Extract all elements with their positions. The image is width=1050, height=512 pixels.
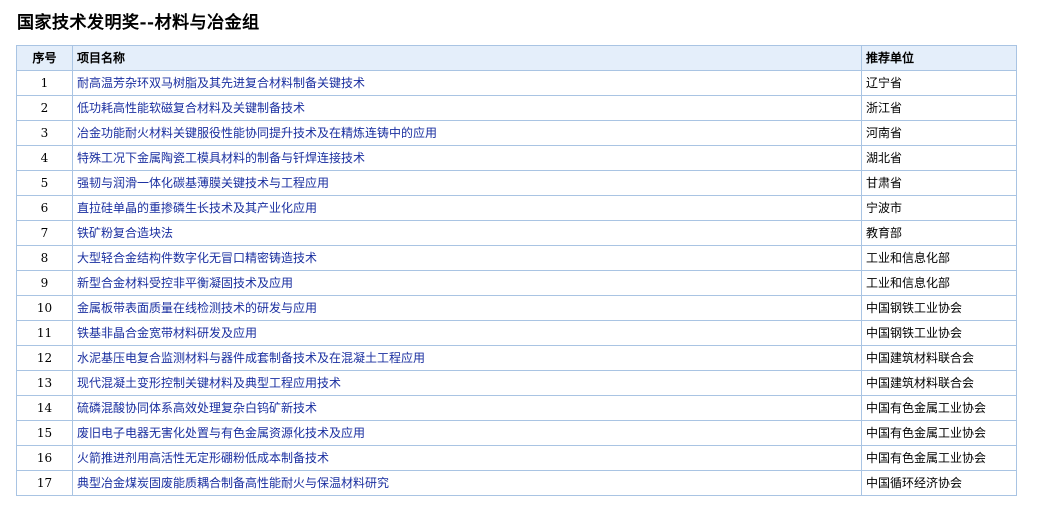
project-name-cell: 铁基非晶合金宽带材料研发及应用 — [72, 320, 862, 346]
row-number: 8 — [16, 245, 73, 271]
recommending-unit: 河南省 — [861, 120, 1017, 146]
row-number: 13 — [16, 370, 73, 396]
project-name-cell: 大型轻合金结构件数字化无冒口精密铸造技术 — [72, 245, 862, 271]
recommending-unit: 浙江省 — [861, 95, 1017, 121]
row-number: 17 — [16, 470, 73, 496]
project-name-cell: 废旧电子电器无害化处置与有色金属资源化技术及应用 — [72, 420, 862, 446]
recommending-unit: 中国钢铁工业协会 — [861, 320, 1017, 346]
table-row: 17 典型冶金煤炭固废能质耦合制备高性能耐火与保温材料研究 中国循环经济协会 — [16, 470, 1017, 496]
recommending-unit: 甘肃省 — [861, 170, 1017, 196]
project-name-cell: 冶金功能耐火材料关键服役性能协同提升技术及在精炼连铸中的应用 — [72, 120, 862, 146]
row-number: 16 — [16, 445, 73, 471]
project-name-cell: 火箭推进剂用高活性无定形硼粉低成本制备技术 — [72, 445, 862, 471]
row-number: 14 — [16, 395, 73, 421]
row-number: 10 — [16, 295, 73, 321]
table-row: 12 水泥基压电复合监测材料与器件成套制备技术及在混凝土工程应用 中国建筑材料联合会 — [16, 345, 1017, 371]
table-row: 16 火箭推进剂用高活性无定形硼粉低成本制备技术 中国有色金属工业协会 — [16, 445, 1017, 471]
table-row: 8 大型轻合金结构件数字化无冒口精密铸造技术 工业和信息化部 — [16, 245, 1017, 271]
recommending-unit: 中国有色金属工业协会 — [861, 395, 1017, 421]
row-number: 3 — [16, 120, 73, 146]
recommending-unit: 工业和信息化部 — [861, 270, 1017, 296]
project-name-link[interactable]: 强韧与润滑一体化碳基薄膜关键技术与工程应用 — [77, 176, 329, 190]
project-name-link[interactable]: 耐高温芳杂环双马树脂及其先进复合材料制备关键技术 — [77, 76, 365, 90]
project-name-link[interactable]: 直拉硅单晶的重掺磷生长技术及其产业化应用 — [77, 201, 317, 215]
project-name-link[interactable]: 铁矿粉复合造块法 — [77, 226, 173, 240]
row-number: 15 — [16, 420, 73, 446]
row-number: 9 — [16, 270, 73, 296]
project-name-link[interactable]: 现代混凝土变形控制关键材料及典型工程应用技术 — [77, 376, 341, 390]
project-name-link[interactable]: 火箭推进剂用高活性无定形硼粉低成本制备技术 — [77, 451, 329, 465]
project-name-cell: 直拉硅单晶的重掺磷生长技术及其产业化应用 — [72, 195, 862, 221]
recommending-unit: 教育部 — [861, 220, 1017, 246]
project-name-link[interactable]: 特殊工况下金属陶瓷工模具材料的制备与钎焊连接技术 — [77, 151, 365, 165]
table-row: 7 铁矿粉复合造块法 教育部 — [16, 220, 1017, 246]
recommending-unit: 中国有色金属工业协会 — [861, 445, 1017, 471]
row-number: 6 — [16, 195, 73, 221]
row-number: 11 — [16, 320, 73, 346]
recommending-unit: 辽宁省 — [861, 70, 1017, 96]
table-row: 10 金属板带表面质量在线检测技术的研发与应用 中国钢铁工业协会 — [16, 295, 1017, 321]
project-name-cell: 耐高温芳杂环双马树脂及其先进复合材料制备关键技术 — [72, 70, 862, 96]
recommending-unit: 中国循环经济协会 — [861, 470, 1017, 496]
table-row: 1 耐高温芳杂环双马树脂及其先进复合材料制备关键技术 辽宁省 — [16, 70, 1017, 96]
recommending-unit: 工业和信息化部 — [861, 245, 1017, 271]
table-body: 1 耐高温芳杂环双马树脂及其先进复合材料制备关键技术 辽宁省 2 低功耗高性能软磁复合材… — [16, 70, 1017, 496]
table-row: 9 新型合金材料受控非平衡凝固技术及应用 工业和信息化部 — [16, 270, 1017, 296]
page-title: 国家技术发明奖--材料与冶金组 — [17, 13, 260, 33]
project-name-link[interactable]: 水泥基压电复合监测材料与器件成套制备技术及在混凝土工程应用 — [77, 351, 425, 365]
project-name-cell: 硫磷混酸协同体系高效处理复杂白钨矿新技术 — [72, 395, 862, 421]
award-table: 序号 项目名称 推荐单位 1 耐高温芳杂环双马树脂及其先进复合材料制备关键技术 辽宁… — [16, 45, 1017, 496]
table-row: 3 冶金功能耐火材料关键服役性能协同提升技术及在精炼连铸中的应用 河南省 — [16, 120, 1017, 146]
table-row: 5 强韧与润滑一体化碳基薄膜关键技术与工程应用 甘肃省 — [16, 170, 1017, 196]
row-number: 4 — [16, 145, 73, 171]
project-name-cell: 铁矿粉复合造块法 — [72, 220, 862, 246]
project-name-link[interactable]: 新型合金材料受控非平衡凝固技术及应用 — [77, 276, 293, 290]
project-name-link[interactable]: 大型轻合金结构件数字化无冒口精密铸造技术 — [77, 251, 317, 265]
recommending-unit: 湖北省 — [861, 145, 1017, 171]
project-name-link[interactable]: 废旧电子电器无害化处置与有色金属资源化技术及应用 — [77, 426, 365, 440]
recommending-unit: 中国钢铁工业协会 — [861, 295, 1017, 321]
header-no: 序号 — [16, 45, 73, 71]
recommending-unit: 宁波市 — [861, 195, 1017, 221]
project-name-link[interactable]: 冶金功能耐火材料关键服役性能协同提升技术及在精炼连铸中的应用 — [77, 126, 437, 140]
project-name-cell: 新型合金材料受控非平衡凝固技术及应用 — [72, 270, 862, 296]
project-name-cell: 强韧与润滑一体化碳基薄膜关键技术与工程应用 — [72, 170, 862, 196]
row-number: 2 — [16, 95, 73, 121]
table-row: 2 低功耗高性能软磁复合材料及关键制备技术 浙江省 — [16, 95, 1017, 121]
table-row: 15 废旧电子电器无害化处置与有色金属资源化技术及应用 中国有色金属工业协会 — [16, 420, 1017, 446]
table-row: 4 特殊工况下金属陶瓷工模具材料的制备与钎焊连接技术 湖北省 — [16, 145, 1017, 171]
row-number: 1 — [16, 70, 73, 96]
project-name-link[interactable]: 硫磷混酸协同体系高效处理复杂白钨矿新技术 — [77, 401, 317, 415]
project-name-cell: 现代混凝土变形控制关键材料及典型工程应用技术 — [72, 370, 862, 396]
table-row: 6 直拉硅单晶的重掺磷生长技术及其产业化应用 宁波市 — [16, 195, 1017, 221]
table-header-row: 序号 项目名称 推荐单位 — [16, 45, 1017, 71]
project-name-cell: 低功耗高性能软磁复合材料及关键制备技术 — [72, 95, 862, 121]
project-name-link[interactable]: 铁基非晶合金宽带材料研发及应用 — [77, 326, 257, 340]
project-name-link[interactable]: 典型冶金煤炭固废能质耦合制备高性能耐火与保温材料研究 — [77, 476, 389, 490]
project-name-cell: 金属板带表面质量在线检测技术的研发与应用 — [72, 295, 862, 321]
project-name-cell: 水泥基压电复合监测材料与器件成套制备技术及在混凝土工程应用 — [72, 345, 862, 371]
table-row: 14 硫磷混酸协同体系高效处理复杂白钨矿新技术 中国有色金属工业协会 — [16, 395, 1017, 421]
row-number: 7 — [16, 220, 73, 246]
recommending-unit: 中国有色金属工业协会 — [861, 420, 1017, 446]
header-unit: 推荐单位 — [861, 45, 1017, 71]
table-row: 11 铁基非晶合金宽带材料研发及应用 中国钢铁工业协会 — [16, 320, 1017, 346]
project-name-link[interactable]: 金属板带表面质量在线检测技术的研发与应用 — [77, 301, 317, 315]
recommending-unit: 中国建筑材料联合会 — [861, 370, 1017, 396]
recommending-unit: 中国建筑材料联合会 — [861, 345, 1017, 371]
row-number: 12 — [16, 345, 73, 371]
project-name-link[interactable]: 低功耗高性能软磁复合材料及关键制备技术 — [77, 101, 305, 115]
table-row: 13 现代混凝土变形控制关键材料及典型工程应用技术 中国建筑材料联合会 — [16, 370, 1017, 396]
row-number: 5 — [16, 170, 73, 196]
project-name-cell: 特殊工况下金属陶瓷工模具材料的制备与钎焊连接技术 — [72, 145, 862, 171]
header-name: 项目名称 — [72, 45, 862, 71]
project-name-cell: 典型冶金煤炭固废能质耦合制备高性能耐火与保温材料研究 — [72, 470, 862, 496]
